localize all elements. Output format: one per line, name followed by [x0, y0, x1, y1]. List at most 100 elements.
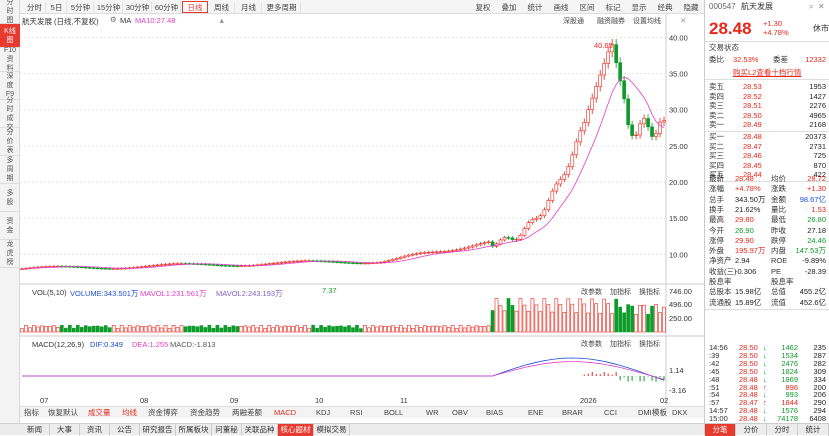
- period-tab-2[interactable]: 5分钟: [68, 2, 94, 13]
- period-tab-5[interactable]: 60分钟: [153, 2, 181, 13]
- candle: [203, 263, 208, 266]
- bottom-tab-1[interactable]: 大事: [50, 424, 80, 436]
- volume-bar: [606, 303, 610, 333]
- toolbar-button-6[interactable]: 显示: [626, 2, 652, 13]
- indicator-13[interactable]: BIAS: [486, 408, 503, 418]
- bottom-tab-9[interactable]: 模拟交易: [314, 424, 350, 436]
- asks-volume: 1427: [809, 91, 826, 101]
- period-tab-9[interactable]: 更多周期: [263, 2, 301, 13]
- stat-value: -0.306: [735, 266, 757, 276]
- sidebar-tab-5[interactable]: 分价表: [0, 128, 20, 156]
- stat-value: 455.2亿: [799, 287, 826, 297]
- close-quote-icon[interactable]: ✕: [818, 2, 825, 11]
- indicator-9[interactable]: RSI: [350, 408, 363, 418]
- volume-bar: [550, 311, 555, 333]
- volume-bar: [295, 325, 299, 333]
- subpanel-button-0[interactable]: 改参数: [578, 340, 605, 350]
- panel-button-0[interactable]: 深股通: [560, 17, 587, 27]
- stat-label: 净资产: [709, 256, 732, 266]
- stat-value: -9.89%: [802, 256, 826, 266]
- indicator-10[interactable]: BOLL: [384, 408, 403, 418]
- subpanel-button-1[interactable]: 加指标: [607, 288, 634, 298]
- bottom-tab-3[interactable]: 公告: [110, 424, 140, 436]
- bottom-tab-5[interactable]: 所属板块: [176, 424, 212, 436]
- collapse-icon[interactable]: ▲: [218, 16, 225, 25]
- quote-tab-0[interactable]: 分笔: [705, 424, 736, 436]
- search-icon[interactable]: ⌕: [809, 2, 813, 11]
- left-sidebar: 分时图 K线图 F10资料 深度F9 分时成交 分价表 多周期 多股 资金 龙虎榜: [0, 0, 20, 435]
- toolbar-button-8[interactable]: 隐藏: [678, 2, 704, 13]
- quote-tab-2[interactable]: 分时: [767, 424, 798, 436]
- indicator-12[interactable]: OBV: [452, 408, 468, 418]
- period-tab-6[interactable]: 日线: [182, 1, 208, 13]
- bottom-tab-2[interactable]: 资讯: [80, 424, 110, 436]
- panel-button-1[interactable]: 融资融券: [594, 17, 628, 27]
- toolbar-button-1[interactable]: 叠加: [496, 2, 522, 13]
- kline-chart-area[interactable]: 40.00 35.00 30.00 25.00 20.00 15.00 10.00 746.0…: [20, 14, 704, 405]
- period-tab-3[interactable]: 15分钟: [95, 2, 123, 13]
- quote-tab-1[interactable]: 分价: [736, 424, 767, 436]
- subpanel-button-1[interactable]: 加指标: [607, 340, 634, 350]
- indicator-7[interactable]: MACD: [274, 408, 296, 418]
- subpanel-button-2[interactable]: 换指标: [636, 340, 663, 350]
- volume-bar: [299, 327, 303, 333]
- indicator-8[interactable]: KDJ: [316, 408, 330, 418]
- period-tab-7[interactable]: 周线: [209, 2, 235, 13]
- sidebar-tab-2[interactable]: F10资料: [0, 47, 20, 72]
- indicator-2[interactable]: 成交量: [88, 408, 111, 418]
- indicator-3[interactable]: 均线: [122, 408, 137, 418]
- bids-volume: 20373: [805, 132, 826, 141]
- candle: [83, 266, 88, 269]
- candle: [143, 265, 148, 268]
- bottom-tab-0[interactable]: 新闻: [20, 424, 50, 436]
- indicator-4[interactable]: 资金博弈: [148, 408, 178, 418]
- period-tab-0[interactable]: 分时: [24, 2, 46, 13]
- toolbar-button-2[interactable]: 统计: [522, 2, 548, 13]
- bottom-tab-4[interactable]: 研究报告: [140, 424, 176, 436]
- vol-label: VOL(5,10): [32, 288, 67, 297]
- toolbar-button-0[interactable]: 复权: [470, 2, 496, 13]
- indicator-16[interactable]: CCI: [604, 408, 617, 418]
- toolbar-button-3[interactable]: 画线: [548, 2, 574, 13]
- period-tab-8[interactable]: 月线: [236, 2, 262, 13]
- candle: [295, 260, 299, 263]
- indicator-15[interactable]: BRAR: [562, 408, 583, 418]
- indicator-17[interactable]: DMI: [638, 408, 652, 418]
- sidebar-tab-0[interactable]: 分时图: [0, 0, 20, 24]
- bottom-tab-6[interactable]: 问董秘: [212, 424, 242, 436]
- template-button[interactable]: 模板: [652, 408, 667, 418]
- period-tab-1[interactable]: 5日: [47, 2, 67, 13]
- volume-bar: [64, 327, 68, 333]
- quote-tab-3[interactable]: 统计: [798, 424, 829, 436]
- sidebar-tab-1[interactable]: K线图: [0, 24, 20, 48]
- sidebar-tab-4[interactable]: 分时成交: [0, 97, 20, 131]
- toolbar-button-5[interactable]: 标记: [600, 2, 626, 13]
- volume-bar: [586, 312, 591, 333]
- indicator-11[interactable]: WR: [426, 408, 439, 418]
- volume-bar: [347, 325, 351, 333]
- sidebar-tab-7[interactable]: 多股: [0, 184, 20, 212]
- close-panel-icon[interactable]: ✕: [680, 16, 686, 25]
- subpanel-button-2[interactable]: 换指标: [636, 288, 663, 298]
- panel-button-2[interactable]: 设置均线: [630, 17, 664, 27]
- candle: [646, 118, 650, 128]
- toolbar-button-7[interactable]: 经典: [652, 2, 678, 13]
- volume-bar: [79, 327, 84, 333]
- period-tab-4[interactable]: 30分钟: [124, 2, 152, 13]
- indicator-18[interactable]: DKX: [672, 408, 687, 418]
- sidebar-tab-8[interactable]: 资金: [0, 212, 20, 240]
- indicator-6[interactable]: 两融差额: [232, 408, 262, 418]
- indicator-14[interactable]: ENE: [528, 408, 543, 418]
- indicator-0[interactable]: 指标: [24, 408, 39, 418]
- indicator-5[interactable]: 资金趋势: [190, 408, 220, 418]
- toolbar-button-4[interactable]: 区间: [574, 2, 600, 13]
- sidebar-tab-6[interactable]: 多周期: [0, 156, 20, 184]
- sidebar-tab-9[interactable]: 龙虎榜: [0, 240, 20, 268]
- stock-title: 航天发展: [22, 17, 52, 26]
- bottom-tab-7[interactable]: 关联品种: [242, 424, 278, 436]
- settings-icon[interactable]: ⚙: [110, 15, 117, 24]
- subpanel-button-0[interactable]: 改参数: [578, 288, 605, 298]
- l2-link[interactable]: 购买L2查看十档行情: [733, 68, 801, 77]
- bottom-tab-8[interactable]: 核心题材: [278, 424, 314, 436]
- indicator-1[interactable]: 恢复默认: [48, 408, 78, 418]
